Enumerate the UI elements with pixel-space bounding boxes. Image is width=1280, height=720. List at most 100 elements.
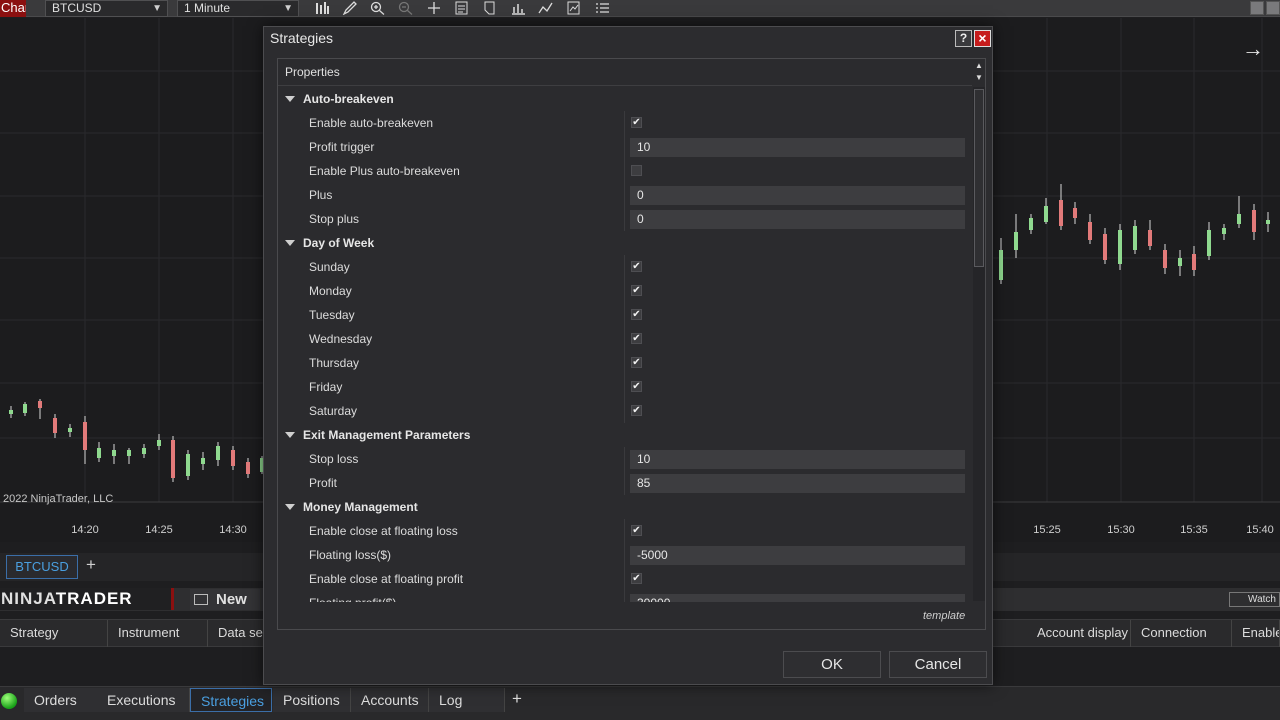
column-divider	[624, 303, 625, 327]
column-header-strategy[interactable]: Strategy	[0, 620, 108, 647]
candle-body	[201, 458, 205, 464]
crosshair-icon[interactable]	[423, 0, 445, 16]
property-checkbox[interactable]: ✔	[631, 333, 642, 344]
chart-style-icon[interactable]	[507, 0, 529, 16]
tab-orders[interactable]: Orders	[24, 688, 100, 712]
add-tab-button[interactable]: +	[508, 689, 526, 709]
property-label: Floating loss($)	[309, 548, 392, 562]
pencil-icon[interactable]	[339, 0, 361, 16]
help-button[interactable]: ?	[955, 30, 972, 47]
properties-icon[interactable]	[591, 0, 613, 16]
property-label: Profit trigger	[309, 140, 375, 154]
category-row[interactable]: Exit Management Parameters	[278, 423, 972, 447]
category-row[interactable]: Day of Week	[278, 231, 972, 255]
property-checkbox[interactable]: ✔	[631, 525, 642, 536]
property-checkbox[interactable]: ✔	[631, 309, 642, 320]
dialog-title: Strategies	[270, 30, 334, 46]
candle-body	[157, 440, 161, 446]
control-center-tabs: Orders Executions Strategies Positions A…	[0, 686, 1280, 720]
tab-accounts[interactable]: Accounts	[351, 688, 429, 712]
property-value-input[interactable]: 0	[630, 186, 965, 205]
data-box-icon[interactable]	[451, 0, 473, 16]
expand-triangle-icon[interactable]	[285, 432, 295, 438]
property-row: Enable Plus auto-breakeven	[278, 159, 972, 183]
candle-body	[1103, 234, 1107, 260]
x-axis-tick: 15:40	[1246, 524, 1274, 536]
close-button[interactable]: ×	[974, 30, 991, 47]
property-value-input[interactable]: 10	[630, 450, 965, 469]
property-checkbox[interactable]: ✔	[631, 285, 642, 296]
column-header-enabled[interactable]: Enable	[1232, 620, 1280, 647]
expand-triangle-icon[interactable]	[285, 240, 295, 246]
logo-trader: TRADER	[55, 589, 133, 608]
indicator-icon[interactable]	[535, 0, 557, 16]
candle-body	[127, 450, 131, 456]
candle-body	[246, 462, 250, 474]
arrow-right-icon[interactable]: →	[1242, 36, 1264, 62]
expand-triangle-icon[interactable]	[285, 96, 295, 102]
scrollbar-thumb[interactable]	[974, 89, 984, 267]
tab-btcusd[interactable]: BTCUSD	[6, 555, 78, 579]
column-header-data-series[interactable]: Data ser	[208, 620, 266, 647]
column-header-account-display[interactable]: Account display r	[1027, 620, 1131, 647]
column-divider	[624, 591, 625, 602]
hotkey-icon[interactable]	[479, 0, 501, 16]
x-axis-tick: 15:30	[1107, 524, 1135, 536]
property-label: Friday	[309, 380, 343, 394]
instrument-select-value: BTCUSD	[52, 1, 102, 15]
watch-button[interactable]: Watch	[1229, 592, 1280, 607]
property-list: Auto-breakeven Enable auto-breakeven ✔ Prof…	[278, 87, 972, 602]
category-label: Money Management	[303, 500, 418, 514]
add-tab-button[interactable]: +	[82, 556, 100, 575]
candle-body	[1059, 200, 1063, 226]
tab-positions[interactable]: Positions	[273, 688, 351, 712]
window-minimize-button[interactable]	[1250, 1, 1264, 15]
property-checkbox[interactable]: ✔	[631, 357, 642, 368]
ok-button[interactable]: OK	[783, 651, 881, 678]
column-header-instrument[interactable]: Instrument	[108, 620, 208, 647]
zoom-in-icon[interactable]	[367, 0, 389, 16]
candle-body	[1207, 230, 1211, 256]
property-row: Monday ✔	[278, 279, 972, 303]
property-checkbox[interactable]: ✔	[631, 117, 642, 128]
scroll-arrows-icon[interactable]: ▲ ▼	[973, 60, 985, 85]
column-divider	[624, 447, 625, 471]
candle-body	[999, 250, 1003, 280]
column-divider	[624, 279, 625, 303]
property-label: Wednesday	[309, 332, 373, 346]
column-divider	[624, 207, 625, 231]
property-value-input[interactable]: 85	[630, 474, 965, 493]
bars-icon[interactable]	[311, 0, 333, 16]
tab-executions[interactable]: Executions	[97, 688, 190, 712]
property-scrollbar[interactable]	[973, 87, 985, 601]
property-value-input[interactable]: -5000	[630, 546, 965, 565]
window-maximize-button[interactable]	[1266, 1, 1280, 15]
property-value-input[interactable]: 30000	[630, 594, 965, 602]
instrument-select[interactable]: BTCUSD ▼	[45, 0, 168, 17]
property-checkbox[interactable]: ✔	[631, 405, 642, 416]
column-header-connection[interactable]: Connection	[1131, 620, 1232, 647]
property-checkbox[interactable]: ✔	[631, 381, 642, 392]
candle-body	[68, 428, 72, 432]
zoom-out-icon[interactable]	[395, 0, 417, 16]
interval-select-value: 1 Minute	[184, 1, 231, 15]
chart-window-tab[interactable]: Chart	[0, 0, 26, 17]
column-divider	[624, 399, 625, 423]
category-row[interactable]: Money Management	[278, 495, 972, 519]
cancel-button[interactable]: Cancel	[889, 651, 987, 678]
property-value-input[interactable]: 0	[630, 210, 965, 229]
property-checkbox[interactable]	[631, 165, 642, 176]
property-row: Stop plus 0	[278, 207, 972, 231]
expand-triangle-icon[interactable]	[285, 504, 295, 510]
tab-log[interactable]: Log	[429, 688, 505, 712]
strategy-icon[interactable]	[563, 0, 585, 16]
category-row[interactable]: Auto-breakeven	[278, 87, 972, 111]
interval-select[interactable]: 1 Minute ▼	[177, 0, 299, 17]
template-link[interactable]: template	[923, 610, 965, 622]
property-checkbox[interactable]: ✔	[631, 261, 642, 272]
property-value-input[interactable]: 10	[630, 138, 965, 157]
tab-strategies[interactable]: Strategies	[190, 688, 272, 712]
property-checkbox[interactable]: ✔	[631, 573, 642, 584]
candle-body	[1222, 228, 1226, 234]
new-menu-button[interactable]: New	[190, 589, 260, 610]
